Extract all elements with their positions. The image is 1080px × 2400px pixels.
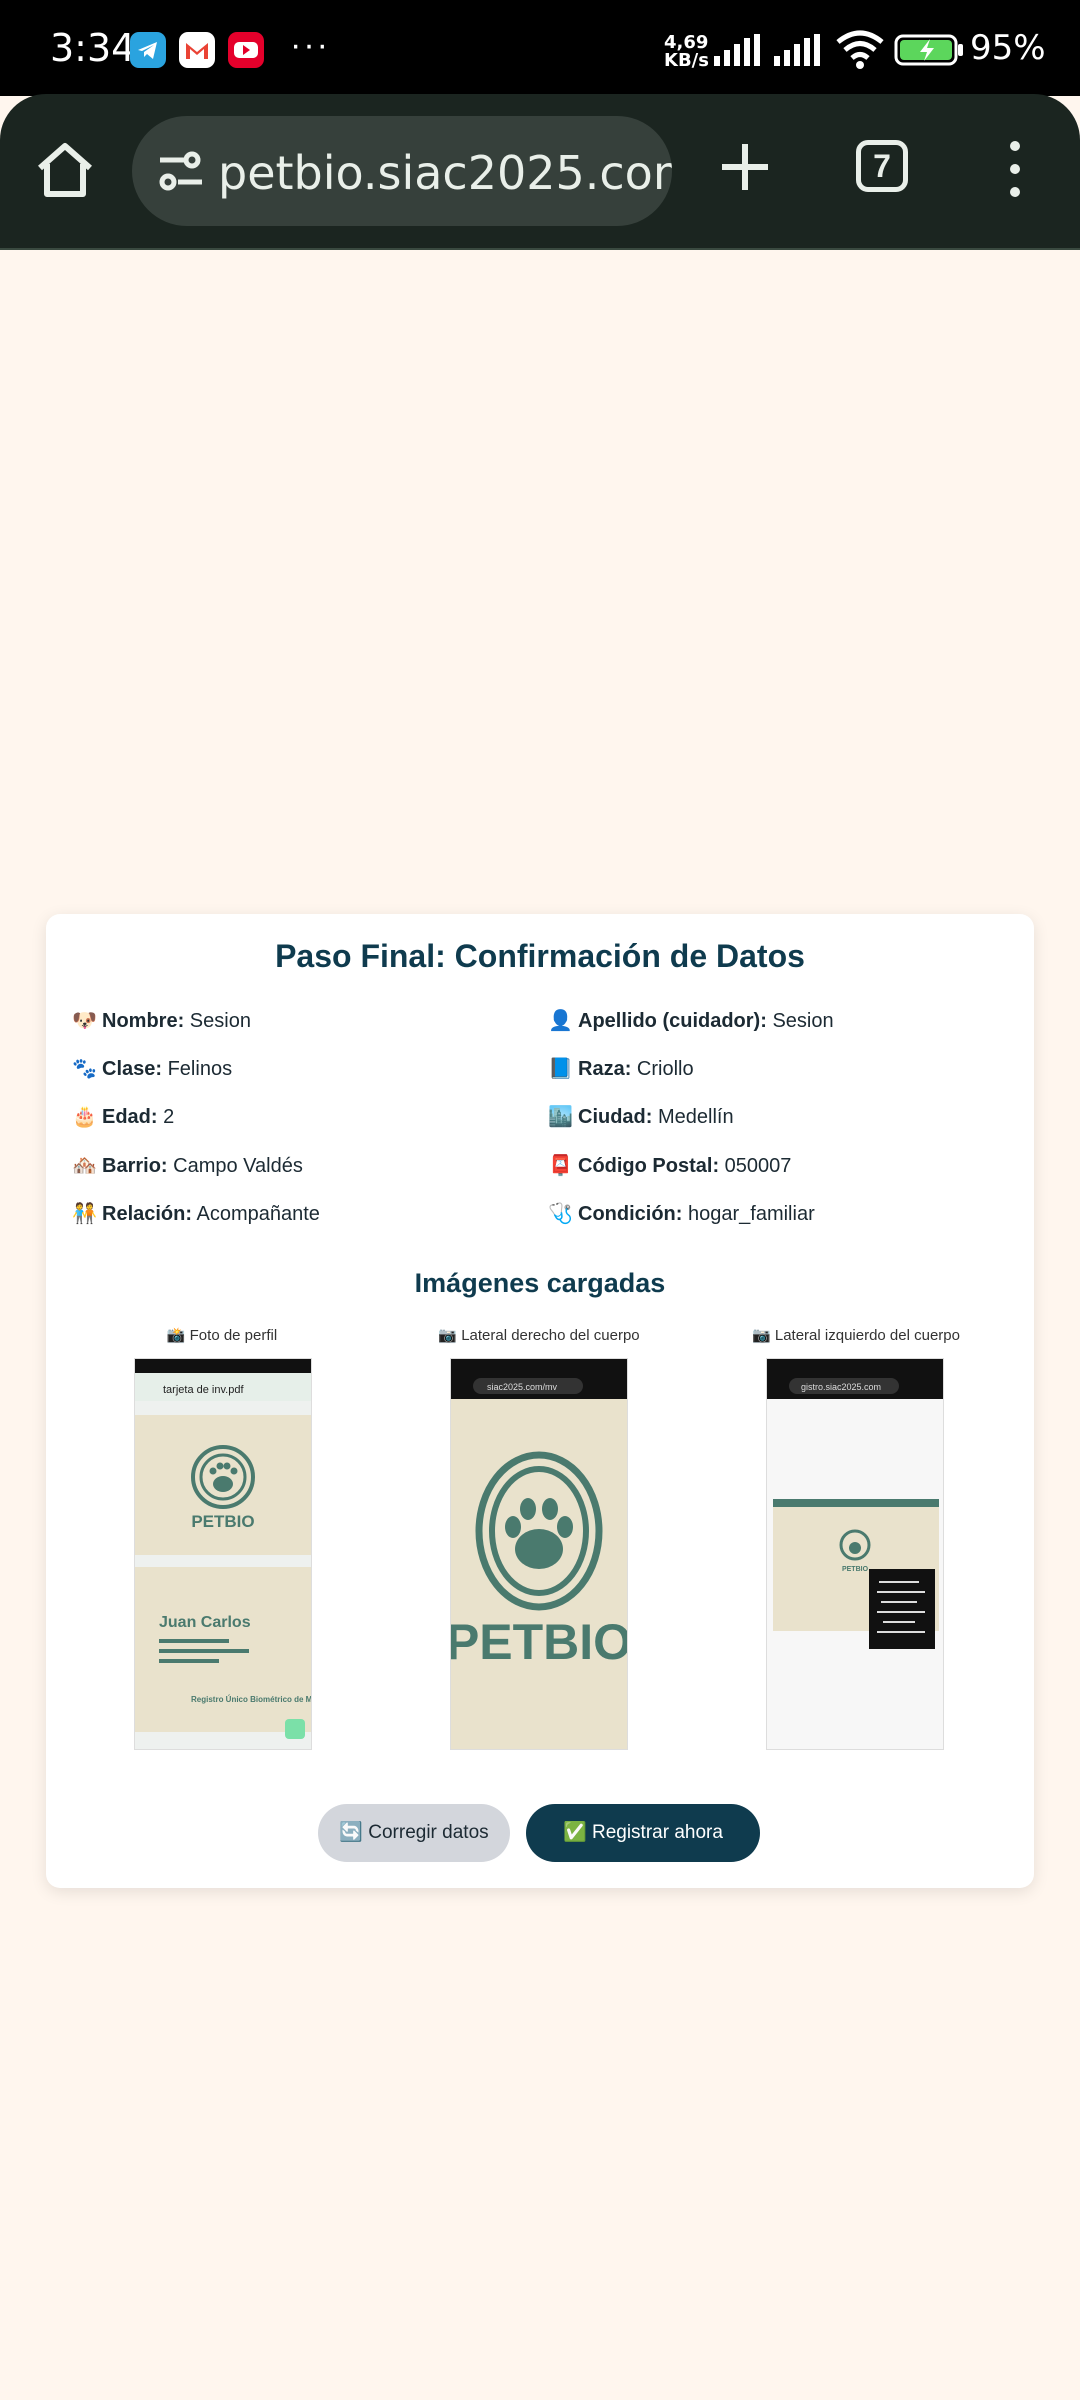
houses-icon: 🏘️ [72, 1155, 97, 1177]
person-icon: 👤 [548, 1010, 573, 1032]
right-side-thumbnail[interactable]: siac2025.com/mv PETBIO [450, 1358, 628, 1750]
url-text: petbio.siac2025.com [218, 146, 672, 200]
field-value: Criollo [636, 1058, 694, 1080]
field-value: 2 [163, 1106, 175, 1128]
field-label: Nombre: [102, 1010, 185, 1032]
status-time: 3:34 [50, 26, 136, 70]
field-label: Clase: [102, 1058, 163, 1080]
browser-toolbar: petbio.siac2025.com 7 [0, 94, 1080, 250]
images-section-title: Imágenes cargadas [414, 1268, 666, 1298]
thumb-footer: Registro Único Biométrico de Mas [191, 1695, 312, 1704]
stethoscope-icon: 🩺 [548, 1203, 573, 1225]
field-label: Barrio: [102, 1155, 168, 1177]
speed-unit: KB/s [664, 50, 709, 71]
thumb-url: siac2025.com/mv [487, 1382, 558, 1392]
postbox-icon: 📮 [548, 1155, 573, 1177]
city-icon: 🏙️ [548, 1106, 573, 1128]
telegram-icon [130, 32, 166, 68]
tab-switcher-button[interactable]: 7 [856, 140, 908, 192]
left-side-thumbnail[interactable]: gistro.siac2025.com PETBIO [766, 1358, 944, 1750]
home-icon[interactable] [30, 134, 100, 204]
confirmation-card: Paso Final: Confirmación de Datos 🐶 Nombr… [46, 914, 1034, 1888]
field-raza: 📘 Raza: Criollo [548, 1056, 694, 1081]
image-label-left-side: 📷 Lateral izquierdo del cuerpo [752, 1327, 960, 1344]
battery-charging-icon [894, 34, 963, 66]
field-apellido: 👤 Apellido (cuidador): Sesion [548, 1008, 834, 1033]
thumb-filename: tarjeta de inv.pdf [163, 1384, 244, 1396]
cake-icon: 🎂 [72, 1106, 97, 1128]
signal-icon [714, 34, 760, 66]
people-icon: 🧑‍🤝‍🧑 [72, 1203, 97, 1225]
field-condicion: 🩺 Condición: hogar_familiar [548, 1201, 815, 1226]
book-icon: 📘 [548, 1058, 573, 1080]
image-label-right-side: 📷 Lateral derecho del cuerpo [438, 1327, 640, 1344]
field-value: Felinos [167, 1058, 233, 1080]
more-menu-icon[interactable] [1000, 134, 1030, 204]
profile-photo-thumbnail[interactable]: tarjeta de inv.pdf PETBIO Juan Carlos Re… [134, 1358, 312, 1750]
field-value: Acompañante [196, 1203, 320, 1225]
status-bar: 3:34 ··· 4,69 KB/s 95% [0, 0, 1080, 96]
battery-percent: 95% [970, 28, 1046, 68]
register-now-button[interactable]: ✅ Registrar ahora [526, 1804, 760, 1862]
field-codigo-postal: 📮 Código Postal: 050007 [548, 1153, 791, 1178]
field-nombre: 🐶 Nombre: Sesion [72, 1008, 251, 1033]
address-bar[interactable]: petbio.siac2025.com [132, 116, 672, 226]
correct-data-button[interactable]: 🔄 Corregir datos [318, 1804, 510, 1862]
thumb-brand: PETBIO [842, 1566, 869, 1573]
youtube-icon [228, 32, 264, 68]
new-tab-icon[interactable] [712, 134, 778, 200]
thumb-person-name: Juan Carlos [159, 1614, 251, 1631]
network-speed: 4,69 KB/s [664, 34, 709, 70]
field-edad: 🎂 Edad: 2 [72, 1104, 174, 1129]
thumb-brand: PETBIO [191, 1512, 254, 1531]
field-value: Sesion [189, 1010, 251, 1032]
field-value: 050007 [724, 1155, 792, 1177]
thumb-brand: PETBIO [451, 1614, 628, 1670]
more-notifications-icon: ··· [290, 26, 330, 64]
site-settings-icon[interactable] [156, 148, 206, 194]
page-title: Paso Final: Confirmación de Datos [275, 938, 805, 974]
field-label: Código Postal: [578, 1155, 720, 1177]
field-ciudad: 🏙️ Ciudad: Medellín [548, 1104, 734, 1129]
field-value: Medellín [658, 1106, 734, 1128]
field-barrio: 🏘️ Barrio: Campo Valdés [72, 1153, 303, 1178]
thumb-url: gistro.siac2025.com [801, 1382, 881, 1392]
field-label: Apellido (cuidador): [578, 1010, 767, 1032]
dog-icon: 🐶 [72, 1010, 97, 1032]
gmail-icon [179, 32, 215, 68]
field-label: Ciudad: [578, 1106, 653, 1128]
signal-icon [774, 34, 820, 66]
paw-icon: 🐾 [72, 1058, 97, 1080]
field-value: hogar_familiar [688, 1203, 815, 1225]
image-label-profile: 📸 Foto de perfil [166, 1327, 278, 1344]
field-value: Sesion [772, 1010, 834, 1032]
field-label: Condición: [578, 1203, 683, 1225]
field-clase: 🐾 Clase: Felinos [72, 1056, 232, 1081]
field-relacion: 🧑‍🤝‍🧑 Relación: Acompañante [72, 1201, 320, 1226]
field-label: Relación: [102, 1203, 193, 1225]
field-value: Campo Valdés [173, 1155, 303, 1177]
wifi-icon [836, 30, 884, 69]
field-label: Raza: [578, 1058, 632, 1080]
field-label: Edad: [102, 1106, 158, 1128]
